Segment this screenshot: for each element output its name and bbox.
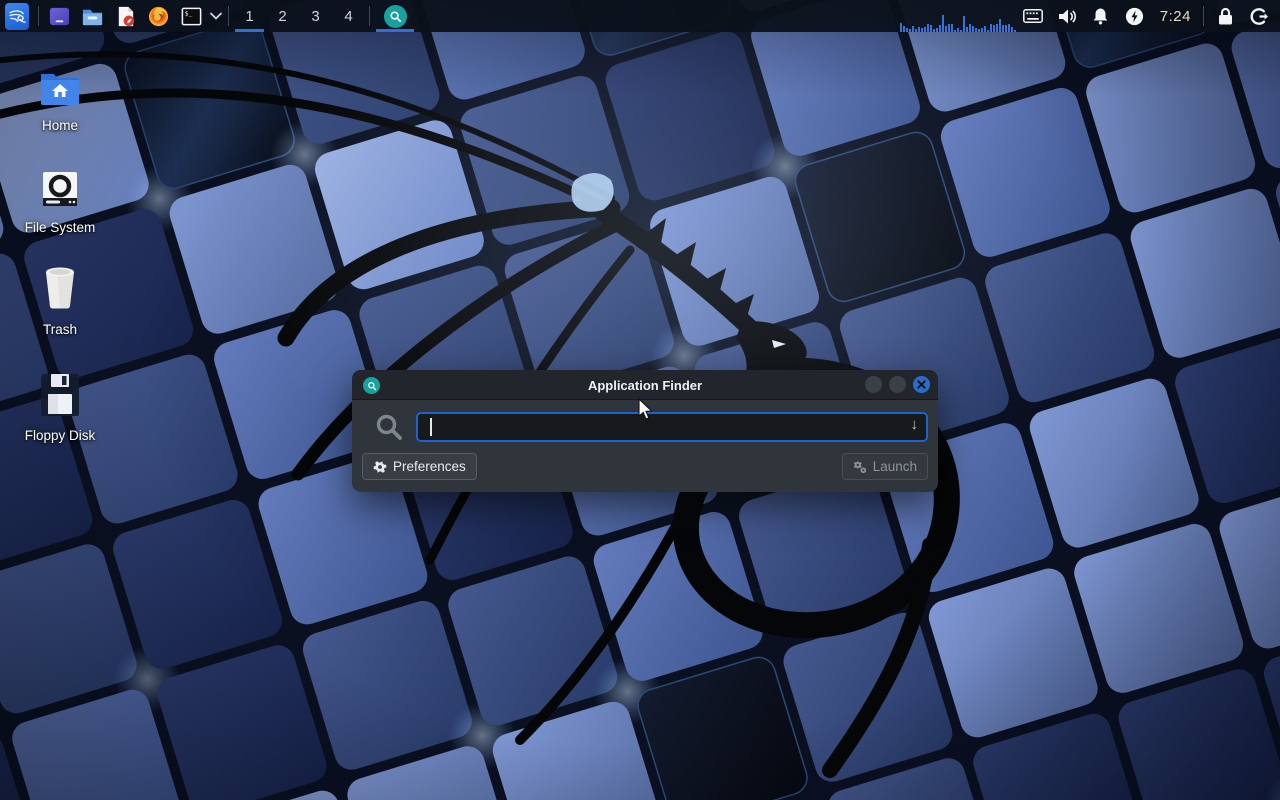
- panel-separator: [369, 6, 370, 26]
- terminal-icon: $_: [180, 5, 203, 28]
- chevron-down-icon: [210, 12, 222, 20]
- logout-icon: [1250, 7, 1269, 26]
- search-icon: [362, 412, 416, 442]
- lock-icon: [1217, 7, 1234, 26]
- gear-icon: [373, 460, 387, 474]
- launcher-file-manager[interactable]: [76, 0, 109, 32]
- bell-icon: [1092, 7, 1109, 25]
- home-folder-icon: [5, 58, 115, 106]
- desktop-icon-home[interactable]: Home: [5, 58, 115, 133]
- top-panel: $_ 1 2 3 4: [0, 0, 1280, 32]
- logout-button[interactable]: [1242, 0, 1276, 32]
- launcher-console[interactable]: [43, 0, 76, 32]
- launcher-firefox[interactable]: [142, 0, 175, 32]
- desktop-icon-file-system[interactable]: File System: [5, 160, 115, 235]
- panel-separator: [228, 6, 229, 26]
- expand-arrow-icon[interactable]: ↓: [911, 416, 919, 434]
- notifications[interactable]: [1084, 0, 1118, 32]
- launch-label: Launch: [873, 459, 917, 474]
- close-icon: [917, 380, 926, 389]
- speaker-icon: [1057, 8, 1077, 25]
- text-editor-icon: [114, 5, 137, 28]
- desktop-icon-label: Floppy Disk: [5, 428, 115, 443]
- desktop-icon-label: File System: [5, 220, 115, 235]
- workspace-4-button[interactable]: 4: [332, 0, 365, 32]
- folder-icon: [81, 5, 104, 28]
- hard-drive-icon: [5, 160, 115, 208]
- titlebar[interactable]: Application Finder: [352, 370, 938, 400]
- application-finder-window: Application Finder ↓: [352, 370, 938, 492]
- desktop-icon-trash[interactable]: Trash: [5, 262, 115, 337]
- taskbar-application-finder[interactable]: [374, 0, 416, 32]
- text-caret: [430, 418, 432, 436]
- application-finder-icon: [363, 377, 380, 394]
- workspace-2-button[interactable]: 2: [266, 0, 299, 32]
- minimize-button[interactable]: [865, 376, 882, 393]
- preferences-button[interactable]: Preferences: [362, 453, 477, 480]
- keyboard-indicator[interactable]: [1016, 0, 1050, 32]
- workspace-1-button[interactable]: 1: [233, 0, 266, 32]
- panel-separator: [38, 6, 39, 26]
- floppy-disk-icon: [5, 368, 115, 416]
- console-icon: [48, 5, 71, 28]
- system-tray: 7:24: [1016, 0, 1280, 32]
- cpu-graph[interactable]: [900, 2, 1018, 32]
- preferences-label: Preferences: [393, 459, 466, 474]
- lock-screen-button[interactable]: [1208, 0, 1242, 32]
- trash-can-icon: [5, 262, 115, 310]
- kali-logo-icon: [5, 3, 29, 30]
- volume-control[interactable]: [1050, 0, 1084, 32]
- launcher-text-editor[interactable]: [109, 0, 142, 32]
- panel-separator: [1203, 6, 1204, 26]
- window-title: Application Finder: [352, 370, 938, 400]
- svg-text:$_: $_: [185, 10, 193, 17]
- keyboard-icon: [1023, 9, 1043, 23]
- finder-body: ↓ Preferences Launch: [352, 400, 938, 480]
- power-battery-icon: [1125, 7, 1144, 26]
- desktop-icon-floppy-disk[interactable]: Floppy Disk: [5, 368, 115, 443]
- clock[interactable]: 7:24: [1152, 8, 1199, 25]
- firefox-icon: [147, 5, 170, 28]
- desktop-icon-label: Home: [5, 118, 115, 133]
- launcher-terminal[interactable]: $_: [175, 0, 208, 32]
- terminal-dropdown-button[interactable]: [208, 0, 224, 32]
- applications-menu-button[interactable]: [0, 0, 34, 32]
- maximize-button[interactable]: [889, 376, 906, 393]
- launch-button[interactable]: Launch: [842, 453, 928, 480]
- search-input[interactable]: [416, 412, 928, 442]
- close-button[interactable]: [913, 376, 930, 393]
- application-finder-icon: [384, 5, 407, 28]
- workspace-3-button[interactable]: 3: [299, 0, 332, 32]
- power-manager[interactable]: [1118, 0, 1152, 32]
- desktop-icon-label: Trash: [5, 322, 115, 337]
- launch-gears-icon: [853, 460, 867, 474]
